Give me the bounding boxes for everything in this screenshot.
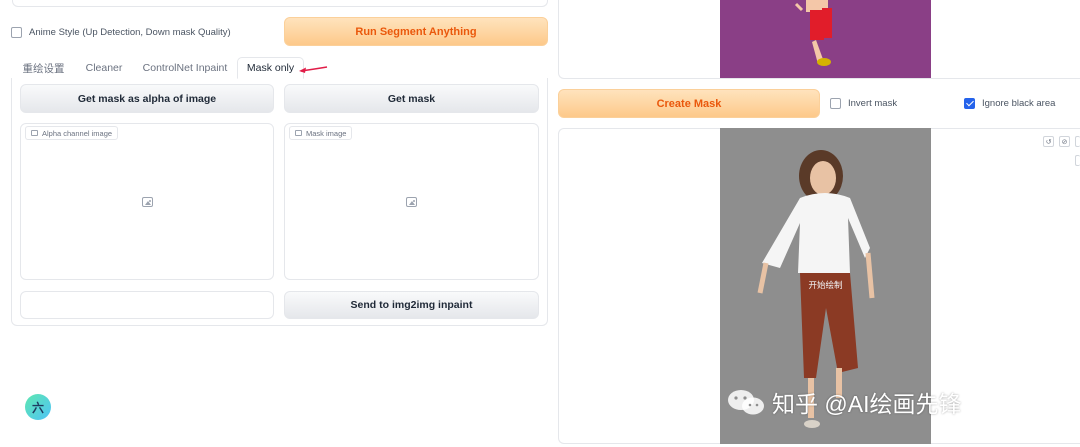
floating-assistant-button[interactable]: 六 bbox=[25, 394, 51, 420]
ignore-black-area-option[interactable]: Ignore black area bbox=[964, 95, 1055, 111]
get-mask-as-alpha-button[interactable]: Get mask as alpha of image bbox=[20, 84, 274, 113]
anime-style-option[interactable]: Anime Style (Up Detection, Down mask Qua… bbox=[11, 24, 231, 40]
tab-bar: 重绘设置 Cleaner ControlNet Inpaint Mask onl… bbox=[12, 57, 548, 79]
clear-icon[interactable]: ⊘ bbox=[1059, 136, 1070, 147]
image-icon bbox=[31, 130, 38, 136]
invert-mask-label: Invert mask bbox=[848, 97, 898, 109]
image-icon bbox=[295, 130, 302, 136]
mask-output-textbox[interactable] bbox=[20, 291, 274, 319]
ignore-black-area-checkbox[interactable] bbox=[964, 97, 975, 109]
watermark-text: 知乎 @AI绘画先锋 bbox=[772, 391, 962, 417]
alpha-channel-image-box[interactable]: Alpha channel image bbox=[20, 123, 274, 280]
invert-mask-option[interactable]: Invert mask bbox=[830, 95, 897, 111]
image-placeholder-icon bbox=[142, 197, 153, 207]
invert-mask-checkbox[interactable] bbox=[830, 97, 841, 109]
run-segment-anything-button[interactable]: Run Segment Anything bbox=[284, 17, 548, 46]
alpha-channel-label: Alpha channel image bbox=[25, 126, 119, 140]
create-mask-button[interactable]: Create Mask bbox=[558, 89, 820, 118]
ignore-black-area-label: Ignore black area bbox=[982, 97, 1056, 109]
tab-controlnet-inpaint[interactable]: ControlNet Inpaint bbox=[134, 57, 236, 79]
watermark: 知乎 @AI绘画先锋 bbox=[726, 382, 961, 422]
figure-preview-graphic bbox=[794, 0, 832, 66]
anime-style-label: Anime Style (Up Detection, Down mask Qua… bbox=[29, 26, 231, 38]
send-to-img2img-inpaint-button[interactable]: Send to img2img inpaint bbox=[284, 291, 539, 319]
red-arrow-annotation bbox=[299, 66, 328, 73]
anime-style-checkbox[interactable] bbox=[11, 26, 22, 38]
brush-size-icon[interactable] bbox=[1075, 155, 1080, 166]
get-mask-button[interactable]: Get mask bbox=[284, 84, 539, 113]
tab-repaint-settings[interactable]: 重绘设置 bbox=[12, 57, 75, 79]
tab-cleaner[interactable]: Cleaner bbox=[79, 57, 129, 79]
image-placeholder-icon bbox=[406, 197, 417, 207]
wechat-icon bbox=[728, 390, 764, 415]
more-tools-icon[interactable] bbox=[1075, 136, 1080, 147]
top-panel-edge bbox=[12, 0, 548, 7]
mask-image-box[interactable]: Mask image bbox=[284, 123, 539, 280]
mask-image-label: Mask image bbox=[289, 126, 353, 140]
undo-icon[interactable]: ↺ bbox=[1043, 136, 1054, 147]
segment-preview-image bbox=[720, 0, 931, 78]
start-drawing-hint: 开始绘制 bbox=[808, 280, 843, 290]
tab-mask-only[interactable]: Mask only bbox=[237, 57, 304, 79]
